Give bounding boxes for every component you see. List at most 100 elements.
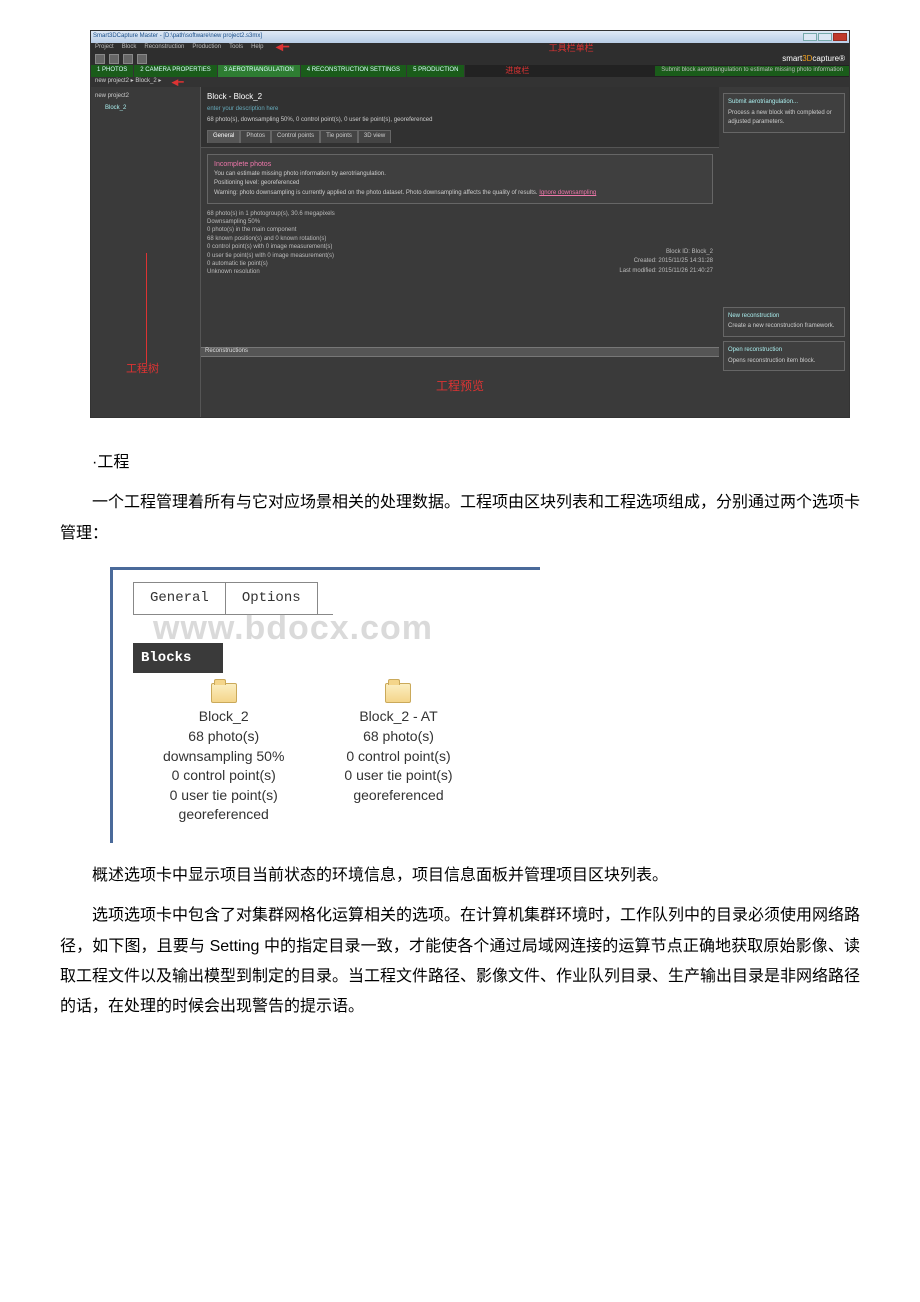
- open-recon-card[interactable]: Open reconstruction Opens reconstruction…: [723, 341, 845, 371]
- tab-options[interactable]: Options: [225, 582, 318, 614]
- block-item[interactable]: Block_2 68 photo(s) downsampling 50% 0 c…: [163, 683, 284, 825]
- blocks-figure: www.bdocx.com General Options Blocks Blo…: [110, 567, 540, 843]
- step-camera[interactable]: 2 CAMERA PROPERTIES: [134, 65, 218, 77]
- close-button[interactable]: [833, 33, 847, 41]
- tab-general[interactable]: General: [207, 130, 240, 143]
- block-line: downsampling 50%: [163, 747, 284, 767]
- tab-tie-points[interactable]: Tie points: [320, 130, 358, 143]
- block-item[interactable]: Block_2 - AT 68 photo(s) 0 control point…: [344, 683, 452, 825]
- stats-line: 0 user tie point(s) with 0 image measure…: [207, 252, 335, 260]
- step-hint: Submit block aerotriangulation to estima…: [655, 66, 849, 76]
- stats-line: 68 photo(s) in 1 photogroup(s), 30.6 meg…: [207, 210, 335, 218]
- tabs-row: General Options: [133, 582, 333, 615]
- window-buttons: [803, 33, 847, 41]
- block-line: georeferenced: [344, 786, 452, 806]
- new-recon-card[interactable]: New reconstruction Create a new reconstr…: [723, 307, 845, 337]
- folder-icon: [385, 683, 411, 703]
- stats-line: Unknown resolution: [207, 268, 335, 276]
- stats-line: 0 automatic tie point(s): [207, 260, 335, 268]
- settings-icon[interactable]: [137, 54, 147, 64]
- menubar: Project Block Reconstruction Production …: [91, 43, 849, 53]
- card-desc: Create a new reconstruction framework.: [728, 322, 840, 332]
- warning-line: Warning: photo downsampling is currently…: [214, 189, 706, 199]
- warning-line: Positioning level: georeferenced: [214, 179, 706, 189]
- arrow-icon: ◀━: [171, 78, 183, 87]
- annotation-line: [146, 253, 147, 363]
- window-title: Smart3DCapture Master - [D:\path\softwar…: [93, 32, 262, 42]
- blocks-header: Blocks: [133, 643, 223, 674]
- tab-photos[interactable]: Photos: [240, 130, 271, 143]
- paragraph: 概述选项卡中显示项目当前状态的环境信息，项目信息面板并管理项目区块列表。: [60, 861, 860, 891]
- tab-general[interactable]: General: [133, 582, 226, 614]
- icon-toolbar: smart3Dcapture®: [91, 53, 849, 65]
- card-desc: Process a new block with completed or ad…: [728, 109, 840, 128]
- menu-reconstruction[interactable]: Reconstruction: [144, 43, 184, 53]
- annotation-tree: 工程树: [126, 361, 159, 379]
- stats-list: 68 photo(s) in 1 photogroup(s), 30.6 meg…: [207, 210, 335, 277]
- app-window: Smart3DCapture Master - [D:\path\softwar…: [90, 30, 850, 418]
- annotation-preview: 工程预览: [436, 377, 484, 396]
- tab-control-points[interactable]: Control points: [271, 130, 320, 143]
- folder-icon: [211, 683, 237, 703]
- block-tabs: General Photos Control points Tie points…: [207, 130, 713, 143]
- block-description[interactable]: enter your description here: [207, 105, 713, 115]
- arrow-icon: ◀━: [275, 43, 289, 53]
- block-title: Block - Block_2: [207, 91, 713, 104]
- block-line: 0 control point(s): [163, 766, 284, 786]
- warning-box: Incomplete photos You can estimate missi…: [207, 154, 713, 204]
- ignore-downsampling-link[interactable]: Ignore downsampling: [539, 190, 596, 196]
- step-production[interactable]: 5 PRODUCTION: [407, 65, 465, 77]
- breadcrumb[interactable]: new project2 ▸ Block_2 ▸: [95, 77, 161, 87]
- step-aerotri[interactable]: 3 AEROTRIANGULATION: [218, 65, 301, 77]
- tree-block[interactable]: Block_2: [103, 103, 198, 115]
- new-icon[interactable]: [95, 54, 105, 64]
- block-created: Created: 2015/11/25 14:31:28: [619, 257, 713, 267]
- stats-line: Downsampling 50%: [207, 218, 335, 226]
- tab-3d-view[interactable]: 3D view: [358, 130, 391, 143]
- block-line: 0 user tie point(s): [344, 766, 452, 786]
- card-title: New reconstruction: [728, 312, 840, 322]
- stats-line: 68 known position(s) and 0 known rotatio…: [207, 235, 335, 243]
- block-meta: 68 photo(s), downsampling 50%, 0 control…: [207, 116, 713, 126]
- block-line: 68 photo(s): [163, 727, 284, 747]
- stats-line: 0 photo(s) in the main component: [207, 226, 335, 234]
- block-line: 0 user tie point(s): [163, 786, 284, 806]
- step-recon[interactable]: 4 RECONSTRUCTION SETTINGS: [301, 65, 407, 77]
- paragraph: 选项选项卡中包含了对集群网格化运算相关的选项。在计算机集群环境时，工作队列中的目…: [60, 901, 860, 1023]
- block-header: Block - Block_2 enter your description h…: [201, 87, 719, 148]
- preview-pane: 工程预览: [201, 357, 719, 417]
- block-name: Block_2 - AT: [344, 707, 452, 727]
- card-title: Submit aerotriangulation...: [728, 98, 840, 108]
- step-photos[interactable]: 1 PHOTOS: [91, 65, 134, 77]
- card-title: Open reconstruction: [728, 346, 840, 356]
- save-icon[interactable]: [123, 54, 133, 64]
- submit-at-card[interactable]: Submit aerotriangulation... Process a ne…: [723, 93, 845, 133]
- right-panel: Submit aerotriangulation... Process a ne…: [719, 87, 849, 417]
- block-id: Block ID: Block_2: [619, 248, 713, 258]
- open-icon[interactable]: [109, 54, 119, 64]
- menu-project[interactable]: Project: [95, 43, 114, 53]
- section-heading: ·工程: [60, 448, 860, 478]
- block-timestamps: Block ID: Block_2 Created: 2015/11/25 14…: [619, 248, 713, 277]
- menu-block[interactable]: Block: [122, 43, 137, 53]
- warning-title: Incomplete photos: [214, 159, 706, 170]
- warning-line: You can estimate missing photo informati…: [214, 170, 706, 180]
- stats-line: 0 control point(s) with 0 image measurem…: [207, 243, 335, 251]
- minimize-button[interactable]: [803, 33, 817, 41]
- block-modified: Last modified: 2015/11/26 21:40:27: [619, 267, 713, 277]
- maximize-button[interactable]: [818, 33, 832, 41]
- tree-root[interactable]: new project2: [93, 91, 198, 103]
- menu-help[interactable]: Help: [251, 43, 263, 53]
- menu-tools[interactable]: Tools: [229, 43, 243, 53]
- menu-production[interactable]: Production: [192, 43, 221, 53]
- step-bar: 1 PHOTOS 2 CAMERA PROPERTIES 3 AEROTRIAN…: [91, 65, 849, 77]
- block-line: 0 control point(s): [344, 747, 452, 767]
- breadcrumb-row: new project2 ▸ Block_2 ▸ ◀━: [91, 77, 849, 87]
- reconstructions-header: Reconstructions: [201, 347, 719, 357]
- block-line: georeferenced: [163, 805, 284, 825]
- titlebar: Smart3DCapture Master - [D:\path\softwar…: [91, 31, 849, 43]
- annotation-toolbar: 工具栏单栏: [549, 41, 594, 55]
- block-name: Block_2: [163, 707, 284, 727]
- annotation-progress: 进度栏: [505, 65, 529, 78]
- brand-logo: smart3Dcapture®: [782, 53, 845, 66]
